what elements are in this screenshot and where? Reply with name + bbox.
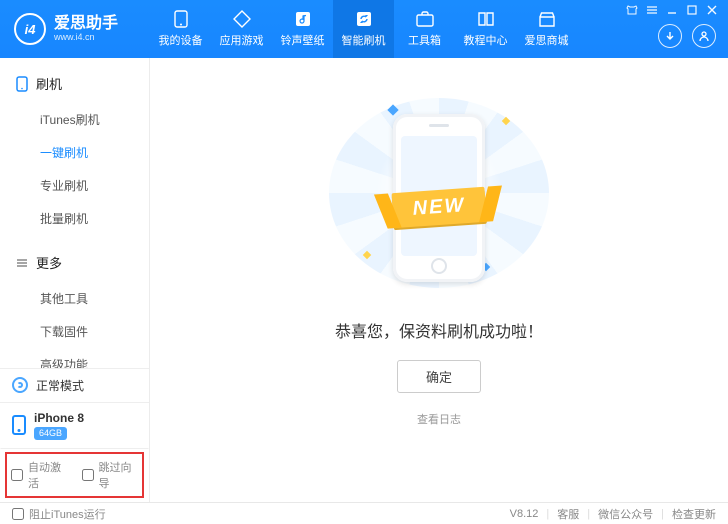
sidebar-group-header[interactable]: 更多 — [0, 249, 149, 276]
sidebar: 刷机 iTunes刷机 一键刷机 专业刷机 批量刷机 更多 其他工具 — [0, 58, 150, 502]
separator: | — [661, 508, 664, 520]
briefcase-icon — [415, 10, 435, 28]
sidebar-group-flash: 刷机 iTunes刷机 一键刷机 专业刷机 批量刷机 — [0, 58, 149, 237]
ok-button[interactable]: 确定 — [397, 360, 481, 393]
nav-store[interactable]: 爱思商城 — [516, 0, 577, 58]
minimize-button[interactable] — [666, 4, 678, 16]
checkbox-input[interactable] — [11, 469, 23, 481]
new-ribbon: NEW — [392, 187, 487, 228]
book-icon — [476, 10, 496, 28]
close-button[interactable] — [706, 4, 718, 16]
brand-name-cn: 爱思助手 — [54, 15, 118, 33]
nav-ringtone[interactable]: 铃声壁纸 — [272, 0, 333, 58]
nav-toolbox[interactable]: 工具箱 — [394, 0, 455, 58]
sidebar-item-itunes-flash[interactable]: iTunes刷机 — [0, 103, 149, 136]
sidebar-item-download-firmware[interactable]: 下载固件 — [0, 315, 149, 348]
header: i4 爱思助手 www.i4.cn 我的设备 应用游戏 铃声壁纸 — [0, 0, 728, 58]
phone-icon — [12, 415, 26, 435]
menu-button[interactable] — [646, 4, 658, 16]
check-update-link[interactable]: 检查更新 — [672, 506, 716, 522]
apps-icon — [232, 10, 252, 28]
success-illustration: NEW — [329, 98, 549, 288]
checkbox-label: 自动激活 — [28, 459, 68, 491]
wechat-link[interactable]: 微信公众号 — [598, 506, 653, 522]
flash-options-highlighted: 自动激活 跳过向导 — [0, 448, 149, 502]
nav-label: 爱思商城 — [525, 32, 569, 48]
nav-label: 我的设备 — [159, 32, 203, 48]
navbar: 我的设备 应用游戏 铃声壁纸 智能刷机 工具箱 — [150, 0, 626, 58]
sidebar-item-advanced[interactable]: 高级功能 — [0, 348, 149, 368]
logo-text: 爱思助手 www.i4.cn — [54, 15, 118, 42]
downloads-button[interactable] — [658, 24, 682, 48]
brand-url: www.i4.cn — [54, 33, 118, 43]
skin-button[interactable] — [626, 4, 638, 16]
sidebar-group-more: 更多 其他工具 下载固件 高级功能 — [0, 237, 149, 368]
connected-device[interactable]: iPhone 8 64GB — [0, 402, 149, 448]
checkbox-label: 跳过向导 — [99, 459, 139, 491]
support-link[interactable]: 客服 — [557, 506, 579, 522]
store-icon — [537, 10, 557, 28]
checkbox-input[interactable] — [82, 469, 94, 481]
device-mode-label: 正常模式 — [36, 377, 84, 394]
nav-label: 智能刷机 — [342, 32, 386, 48]
main-content: NEW 恭喜您，保资料刷机成功啦！ 确定 查看日志 — [150, 58, 728, 502]
device-capacity-badge: 64GB — [34, 427, 67, 440]
device-mode[interactable]: 正常模式 — [0, 368, 149, 402]
body: 刷机 iTunes刷机 一键刷机 专业刷机 批量刷机 更多 其他工具 — [0, 58, 728, 502]
checkbox-auto-activate[interactable]: 自动激活 — [11, 459, 68, 491]
refresh-icon — [12, 377, 28, 393]
checkbox-input[interactable] — [12, 508, 24, 520]
phone-icon — [171, 10, 191, 28]
sidebar-item-pro-flash[interactable]: 专业刷机 — [0, 169, 149, 202]
separator: | — [546, 508, 549, 520]
refresh-icon — [354, 10, 374, 28]
sidebar-item-batch-flash[interactable]: 批量刷机 — [0, 202, 149, 235]
version-label: V8.12 — [510, 508, 539, 520]
window-controls-group — [626, 0, 728, 58]
view-log-link[interactable]: 查看日志 — [417, 411, 461, 427]
sidebar-group-title: 刷机 — [36, 74, 62, 93]
nav-label: 工具箱 — [408, 32, 441, 48]
nav-devices[interactable]: 我的设备 — [150, 0, 211, 58]
success-message: 恭喜您，保资料刷机成功啦！ — [335, 318, 543, 342]
nav-apps[interactable]: 应用游戏 — [211, 0, 272, 58]
device-name: iPhone 8 — [34, 411, 84, 425]
nav-flash[interactable]: 智能刷机 — [333, 0, 394, 58]
checkbox-block-itunes[interactable]: 阻止iTunes运行 — [12, 506, 106, 522]
sidebar-group-title: 更多 — [36, 253, 62, 272]
nav-tutorial[interactable]: 教程中心 — [455, 0, 516, 58]
separator: | — [587, 508, 590, 520]
device-info: iPhone 8 64GB — [34, 411, 84, 440]
nav-label: 应用游戏 — [220, 32, 264, 48]
nav-label: 铃声壁纸 — [281, 32, 325, 48]
status-bar: 阻止iTunes运行 V8.12 | 客服 | 微信公众号 | 检查更新 — [0, 502, 728, 524]
note-icon — [293, 10, 313, 28]
account-button[interactable] — [692, 24, 716, 48]
maximize-button[interactable] — [686, 4, 698, 16]
logo[interactable]: i4 爱思助手 www.i4.cn — [0, 0, 150, 58]
nav-label: 教程中心 — [464, 32, 508, 48]
checkbox-skip-wizard[interactable]: 跳过向导 — [82, 459, 139, 491]
phone-icon — [16, 76, 28, 92]
sidebar-group-header[interactable]: 刷机 — [0, 70, 149, 97]
menu-icon — [16, 257, 28, 269]
sidebar-item-other-tools[interactable]: 其他工具 — [0, 282, 149, 315]
logo-icon: i4 — [14, 13, 46, 45]
sidebar-item-oneclick-flash[interactable]: 一键刷机 — [0, 136, 149, 169]
checkbox-label: 阻止iTunes运行 — [29, 506, 106, 522]
